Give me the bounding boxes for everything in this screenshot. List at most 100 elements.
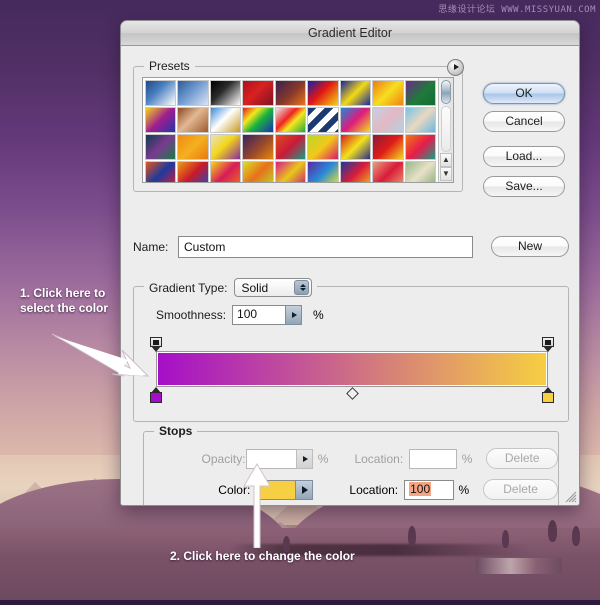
stop-pointer-icon <box>543 346 553 352</box>
stops-group: Stops Opacity: % Location: % Delete Colo… <box>143 431 559 506</box>
preset-swatch[interactable] <box>275 80 306 106</box>
tree <box>548 520 557 542</box>
name-label: Name: <box>133 240 168 254</box>
farmhouse <box>476 558 562 574</box>
presets-legend: Presets <box>144 59 195 73</box>
gradient-bar[interactable] <box>156 351 548 387</box>
preset-swatch[interactable] <box>372 161 403 182</box>
preset-swatch[interactable] <box>307 107 338 133</box>
preset-swatch[interactable] <box>242 161 273 182</box>
gradient-type-select[interactable]: Solid <box>234 278 312 297</box>
smoothness-field[interactable]: 100 <box>232 305 302 325</box>
annotation-step-1: 1. Click here to select the color <box>20 286 120 316</box>
color-location-input[interactable]: 100 <box>404 480 453 500</box>
tree <box>408 526 416 546</box>
color-location-unit: % <box>459 483 470 497</box>
preset-swatch[interactable] <box>145 107 176 133</box>
annotation-step-2: 2. Click here to change the color <box>170 549 355 564</box>
dialog-title-bar[interactable]: Gradient Editor <box>121 21 579 46</box>
preset-swatch[interactable] <box>307 161 338 182</box>
preset-swatch[interactable] <box>210 161 241 182</box>
smoothness-unit: % <box>313 308 324 322</box>
preset-swatch[interactable] <box>372 80 403 106</box>
preset-swatch[interactable] <box>177 107 208 133</box>
ok-button[interactable]: OK <box>483 83 565 104</box>
gradient-type-legend: Gradient Type: Solid <box>144 278 317 297</box>
gradient-type-group: Gradient Type: Solid Smoothness: 100 % <box>133 286 569 422</box>
preset-swatch[interactable] <box>242 134 273 160</box>
preset-swatch[interactable] <box>372 134 403 160</box>
gradient-type-label: Gradient Type: <box>149 281 228 295</box>
preset-swatch[interactable] <box>372 107 403 133</box>
cancel-button[interactable]: Cancel <box>483 111 565 132</box>
preset-swatch[interactable] <box>340 134 371 160</box>
preset-swatch[interactable] <box>242 80 273 106</box>
load-button[interactable]: Load... <box>483 146 565 167</box>
color-stop-left[interactable] <box>150 387 162 403</box>
scrollbar-thumb[interactable] <box>441 80 451 104</box>
scroll-up-icon[interactable]: ▲ <box>440 153 452 167</box>
preset-swatch[interactable] <box>275 134 306 160</box>
preset-swatch[interactable] <box>340 107 371 133</box>
opacity-location-label: Location: <box>354 452 403 466</box>
preset-swatch[interactable] <box>145 134 176 160</box>
preset-swatch[interactable] <box>242 107 273 133</box>
preset-swatch[interactable] <box>210 107 241 133</box>
color-label: Color: <box>144 483 250 497</box>
resize-grip-icon[interactable] <box>563 489 577 503</box>
preset-swatch[interactable] <box>307 134 338 160</box>
opacity-stop-row: Opacity: % Location: % Delete <box>144 448 558 469</box>
opacity-unit: % <box>318 452 329 466</box>
preset-swatch[interactable] <box>177 134 208 160</box>
color-stop-right[interactable] <box>542 387 554 403</box>
opacity-location-unit: % <box>462 452 473 466</box>
preset-swatch[interactable] <box>405 107 436 133</box>
preset-swatch[interactable] <box>177 161 208 182</box>
scrollbar-track[interactable] <box>441 106 451 152</box>
save-button[interactable]: Save... <box>483 176 565 197</box>
preset-swatch[interactable] <box>405 80 436 106</box>
presets-scrollbar[interactable]: ▲ ▼ <box>438 78 453 182</box>
tree <box>572 526 580 546</box>
preset-swatch[interactable] <box>210 80 241 106</box>
preset-swatch[interactable] <box>145 80 176 106</box>
new-button[interactable]: New <box>491 236 569 257</box>
preset-swatch[interactable] <box>405 161 436 182</box>
opacity-stop-right[interactable] <box>542 337 554 352</box>
name-input[interactable] <box>178 236 473 258</box>
presets-group: Presets ▲ ▼ <box>133 66 463 192</box>
color-location-value: 100 <box>409 482 431 496</box>
dialog-body: Presets ▲ ▼ OK Cancel Load... Save... Na… <box>121 46 579 506</box>
name-row: Name: New <box>133 236 569 260</box>
smoothness-value: 100 <box>237 307 257 321</box>
triangle-right-icon[interactable] <box>285 305 302 325</box>
watermark-text: 思缘设计论坛 WWW.MISSYUAN.COM <box>438 2 596 15</box>
updown-arrows-icon <box>294 280 309 295</box>
gradient-type-value: Solid <box>242 281 269 295</box>
color-location-label: Location: <box>349 483 398 497</box>
color-stop-swatch <box>150 392 162 403</box>
preset-swatch[interactable] <box>177 80 208 106</box>
preset-swatch[interactable] <box>340 80 371 106</box>
color-delete-button[interactable]: Delete <box>483 479 558 500</box>
preset-swatch[interactable] <box>275 107 306 133</box>
dialog-title: Gradient Editor <box>308 26 392 40</box>
gradient-preview-area <box>156 337 548 403</box>
scroll-down-icon[interactable]: ▼ <box>440 167 452 181</box>
triangle-right-icon[interactable] <box>295 480 313 500</box>
stops-legend: Stops <box>154 424 197 438</box>
preset-swatch[interactable] <box>405 134 436 160</box>
presets-menu-icon[interactable] <box>447 59 464 76</box>
gradient-midpoint-icon[interactable] <box>346 387 359 400</box>
tree <box>502 530 509 548</box>
gradient-editor-dialog: Gradient Editor Presets ▲ ▼ OK Cancel Lo… <box>120 20 580 506</box>
preset-swatch[interactable] <box>145 161 176 182</box>
preset-swatch[interactable] <box>340 161 371 182</box>
preset-swatch[interactable] <box>275 161 306 182</box>
opacity-delete-button[interactable]: Delete <box>486 448 558 469</box>
preset-swatch[interactable] <box>210 134 241 160</box>
opacity-location-input[interactable] <box>409 449 457 469</box>
triangle-right-icon[interactable] <box>296 449 313 469</box>
presets-swatch-grid[interactable] <box>143 78 438 182</box>
preset-swatch[interactable] <box>307 80 338 106</box>
